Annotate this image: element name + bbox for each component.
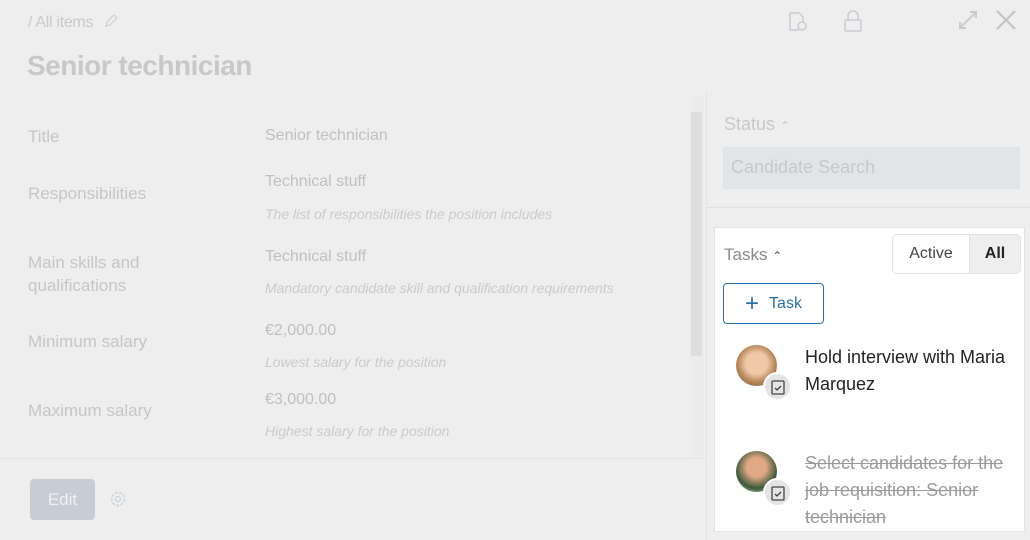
export-document-icon[interactable] bbox=[787, 11, 809, 33]
lock-icon[interactable] bbox=[842, 10, 864, 32]
add-task-button[interactable]: + Task bbox=[723, 283, 824, 324]
status-label: Status bbox=[724, 114, 776, 134]
field-hint-skills: Mandatory candidate skill and qualificat… bbox=[265, 280, 614, 296]
add-task-label: Task bbox=[769, 294, 802, 312]
task-filter: Active All bbox=[892, 234, 1021, 274]
task-title[interactable]: Hold interview with Maria Marquez bbox=[805, 344, 1015, 398]
page-title: Senior technician bbox=[27, 50, 252, 81]
tasks-header[interactable]: Tasks ⌃ bbox=[724, 245, 782, 265]
close-icon[interactable] bbox=[995, 9, 1017, 31]
chevron-up-icon: ⌃ bbox=[780, 119, 791, 133]
breadcrumb-all-items[interactable]: / All items bbox=[28, 14, 93, 31]
filter-all-tab[interactable]: All bbox=[969, 235, 1020, 273]
status-header[interactable]: Status ⌃ bbox=[724, 114, 790, 135]
divider bbox=[707, 207, 1030, 208]
breadcrumb[interactable]: / All items bbox=[28, 13, 119, 32]
field-value-skills: Technical stuff bbox=[265, 248, 367, 265]
field-hint-max-salary: Highest salary for the position bbox=[265, 423, 450, 439]
divider bbox=[0, 458, 706, 459]
field-label-skills: Main skills and qualifications bbox=[28, 253, 140, 295]
field-value-title: Senior technician bbox=[265, 127, 388, 144]
status-value: Candidate Search bbox=[723, 147, 1020, 189]
field-value-responsibilities: Technical stuff bbox=[265, 173, 367, 190]
field-label-min-salary: Minimum salary bbox=[28, 332, 148, 351]
field-value-min-salary: €2,000.00 bbox=[265, 322, 337, 339]
plus-icon: + bbox=[745, 289, 760, 317]
edit-button[interactable]: Edit bbox=[30, 479, 95, 520]
field-label-responsibilities: Responsibilities bbox=[28, 184, 147, 203]
field-hint-responsibilities: The list of responsibilities the positio… bbox=[265, 206, 553, 222]
pencil-icon[interactable] bbox=[103, 13, 119, 29]
chevron-up-icon: ⌃ bbox=[772, 249, 783, 263]
tasks-label: Tasks bbox=[724, 245, 768, 264]
expand-icon[interactable] bbox=[957, 9, 979, 31]
field-label-title: Title bbox=[28, 127, 60, 146]
field-label-max-salary: Maximum salary bbox=[28, 401, 152, 420]
clipboard-check-icon bbox=[763, 372, 792, 401]
filter-active-tab[interactable]: Active bbox=[893, 235, 969, 273]
task-item[interactable] bbox=[736, 451, 792, 507]
scrollbar-thumb[interactable] bbox=[691, 112, 702, 356]
field-hint-min-salary: Lowest salary for the position bbox=[265, 354, 447, 370]
task-item[interactable] bbox=[736, 345, 792, 401]
gear-icon[interactable] bbox=[108, 489, 128, 509]
task-title-completed[interactable]: Select candidates for the job requisitio… bbox=[805, 450, 1015, 531]
tasks-panel: Tasks ⌃ Active All + Task Hold interview … bbox=[714, 227, 1025, 532]
divider bbox=[706, 92, 707, 540]
clipboard-check-icon bbox=[763, 478, 792, 507]
field-value-max-salary: €3,000.00 bbox=[265, 391, 337, 408]
